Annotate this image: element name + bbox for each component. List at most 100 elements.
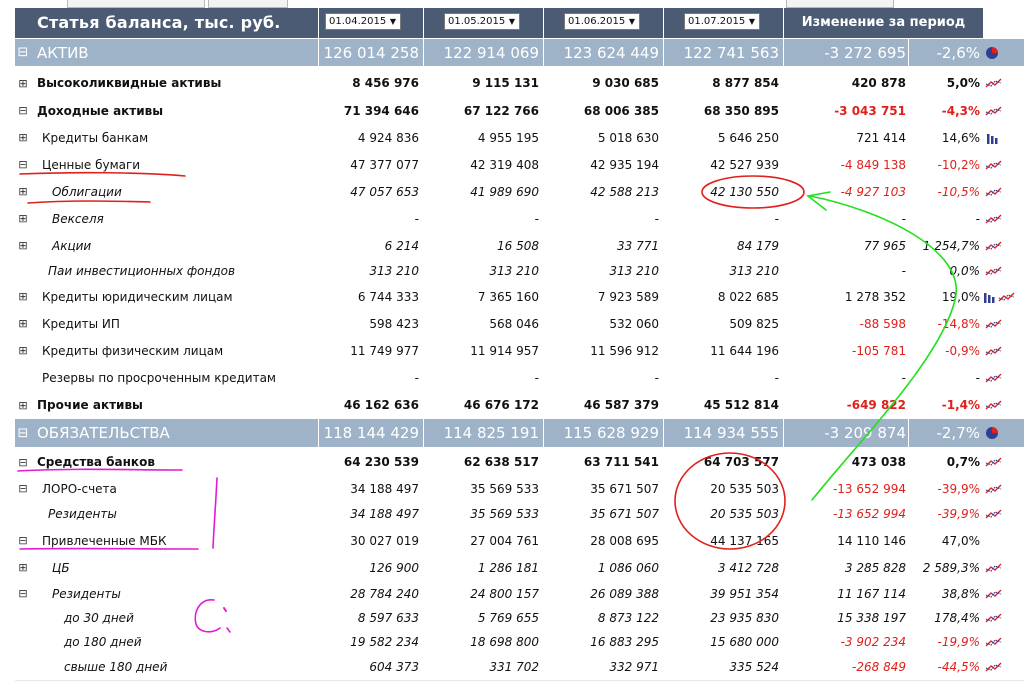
row-label: Кредиты юридическим лицам [42, 283, 233, 310]
column-header-date-3: 01.06.2015 ▼ [544, 8, 663, 38]
change-percent-cell: -2,6% [910, 39, 984, 66]
change-percent-cell: -2,7% [910, 419, 984, 447]
change-percent-cell: -19,9% [910, 630, 984, 654]
trend-line-icon[interactable] [985, 371, 1003, 385]
change-delta-cell: -88 598 [790, 310, 910, 337]
trend-line-icon[interactable] [985, 104, 1003, 118]
value-cell-date-1: - [313, 364, 423, 391]
expand-toggle-icon[interactable]: ⊞ [15, 391, 31, 419]
value-cell-date-3: 332 971 [553, 654, 663, 679]
collapse-toggle-icon[interactable]: ⊟ [15, 476, 31, 501]
table-row: до 180 дней19 582 23418 698 80016 883 29… [15, 630, 1024, 654]
table-row: ⊟Средства банков64 230 53962 638 51763 7… [15, 448, 1024, 476]
trend-line-icon[interactable] [985, 507, 1003, 521]
change-delta-cell: 77 965 [790, 232, 910, 259]
trend-line-icon[interactable] [985, 482, 1003, 496]
collapse-toggle-icon[interactable]: ⊟ [15, 151, 31, 178]
section-row: ⊟ОБЯЗАТЕЛЬСТВА118 144 429114 825 191115 … [15, 419, 1024, 447]
collapse-toggle-icon[interactable]: ⊟ [15, 419, 31, 447]
value-cell-date-4: 20 535 503 [673, 501, 783, 527]
page-title: Статья баланса, тыс. руб. [37, 13, 281, 32]
value-cell-date-2: 46 676 172 [433, 391, 543, 419]
value-cell-date-4: 11 644 196 [673, 337, 783, 364]
trend-line-icon[interactable] [985, 239, 1003, 253]
trend-line-icon[interactable] [985, 587, 1003, 601]
collapse-toggle-icon[interactable]: ⊟ [15, 39, 31, 66]
change-percent-cell: 19,0% [910, 283, 984, 310]
change-delta-cell: -3 272 695 [790, 39, 910, 66]
expand-toggle-icon[interactable]: ⊞ [15, 124, 31, 151]
column-header-date-2: 01.05.2015 ▼ [424, 8, 543, 38]
trend-line-icon[interactable] [985, 158, 1003, 172]
value-cell-date-2: 331 702 [433, 654, 543, 679]
trend-line-icon[interactable] [985, 635, 1003, 649]
value-cell-date-3: 313 210 [553, 259, 663, 283]
value-cell-date-1: 28 784 240 [313, 581, 423, 606]
value-cell-date-4: 68 350 895 [673, 97, 783, 124]
column-header-article: Статья баланса, тыс. руб. [15, 8, 318, 38]
table-row: ⊞Кредиты банкам4 924 8364 955 1955 018 6… [15, 124, 1024, 151]
change-delta-cell: -13 652 994 [790, 501, 910, 527]
collapse-toggle-icon[interactable]: ⊟ [15, 448, 31, 476]
column-header-date-1: 01.04.2015 ▼ [319, 8, 423, 38]
change-percent-cell: 178,4% [910, 606, 984, 630]
collapse-toggle-icon[interactable]: ⊟ [15, 581, 31, 606]
trend-line-icon[interactable] [985, 660, 1003, 674]
value-cell-date-3: 28 008 695 [553, 527, 663, 554]
trend-line-icon[interactable] [985, 185, 1003, 199]
value-cell-date-4: 313 210 [673, 259, 783, 283]
expand-toggle-icon[interactable]: ⊞ [15, 554, 31, 581]
top-control-middle[interactable] [208, 0, 288, 8]
row-label: Резиденты [52, 581, 121, 606]
trend-line-icon[interactable] [985, 561, 1003, 575]
column-separator [663, 419, 664, 447]
expand-toggle-icon[interactable]: ⊞ [15, 178, 31, 205]
date-select-4[interactable]: 01.07.2015 ▼ [684, 13, 760, 30]
value-cell-date-2: 16 508 [433, 232, 543, 259]
pie-chart-icon[interactable] [985, 46, 1003, 60]
collapse-toggle-icon[interactable]: ⊟ [15, 97, 31, 124]
date-select-1[interactable]: 01.04.2015 ▼ [325, 13, 401, 30]
expand-toggle-icon[interactable]: ⊞ [15, 337, 31, 364]
expand-toggle-icon[interactable]: ⊞ [15, 310, 31, 337]
bar-chart-icon[interactable] [985, 131, 1003, 145]
column-separator [423, 39, 424, 66]
table-row: ⊞Высоколиквидные активы8 456 9769 115 13… [15, 69, 1024, 97]
expand-toggle-icon[interactable]: ⊞ [15, 205, 31, 232]
trend-line-icon[interactable] [985, 212, 1003, 226]
trend-line-icon[interactable] [985, 76, 1003, 90]
value-cell-date-3: - [553, 205, 663, 232]
trend-line-icon[interactable] [985, 317, 1003, 331]
row-label: ЦБ [52, 554, 70, 581]
change-delta-cell: 11 167 114 [790, 581, 910, 606]
trend-line-icon[interactable] [985, 264, 1003, 278]
pie-chart-icon[interactable] [985, 426, 1003, 440]
table-row: ⊟Ценные бумаги47 377 07742 319 40842 935… [15, 151, 1024, 178]
value-cell-date-1: 4 924 836 [313, 124, 423, 151]
date-select-2[interactable]: 01.05.2015 ▼ [444, 13, 520, 30]
table-row: ⊞Кредиты физическим лицам11 749 97711 91… [15, 337, 1024, 364]
value-cell-date-1: 47 377 077 [313, 151, 423, 178]
change-percent-cell: 47,0% [910, 527, 984, 554]
trend-line-icon[interactable] [985, 611, 1003, 625]
top-control-left[interactable] [67, 0, 205, 8]
trend-line-icon[interactable] [985, 398, 1003, 412]
date-select-3[interactable]: 01.06.2015 ▼ [564, 13, 640, 30]
value-cell-date-3: 9 030 685 [553, 69, 663, 97]
trend-line-icon[interactable] [985, 455, 1003, 469]
change-delta-cell: 473 038 [790, 448, 910, 476]
expand-toggle-icon[interactable]: ⊞ [15, 69, 31, 97]
row-label: ЛОРО-счета [42, 476, 117, 501]
change-percent-cell: 0,0% [910, 259, 984, 283]
value-cell-date-4: 20 535 503 [673, 476, 783, 501]
bar-trend-chart-icon[interactable] [983, 290, 1017, 304]
value-cell-date-3: 532 060 [553, 310, 663, 337]
expand-toggle-icon[interactable]: ⊞ [15, 232, 31, 259]
table-row: ⊟Резиденты28 784 24024 800 15726 089 388… [15, 581, 1024, 606]
change-delta-cell: - [790, 364, 910, 391]
trend-line-icon[interactable] [985, 344, 1003, 358]
collapse-toggle-icon[interactable]: ⊟ [15, 527, 31, 554]
expand-toggle-icon[interactable]: ⊞ [15, 283, 31, 310]
top-control-right[interactable] [786, 0, 894, 8]
value-cell-date-4: 42 130 550 [673, 178, 783, 205]
